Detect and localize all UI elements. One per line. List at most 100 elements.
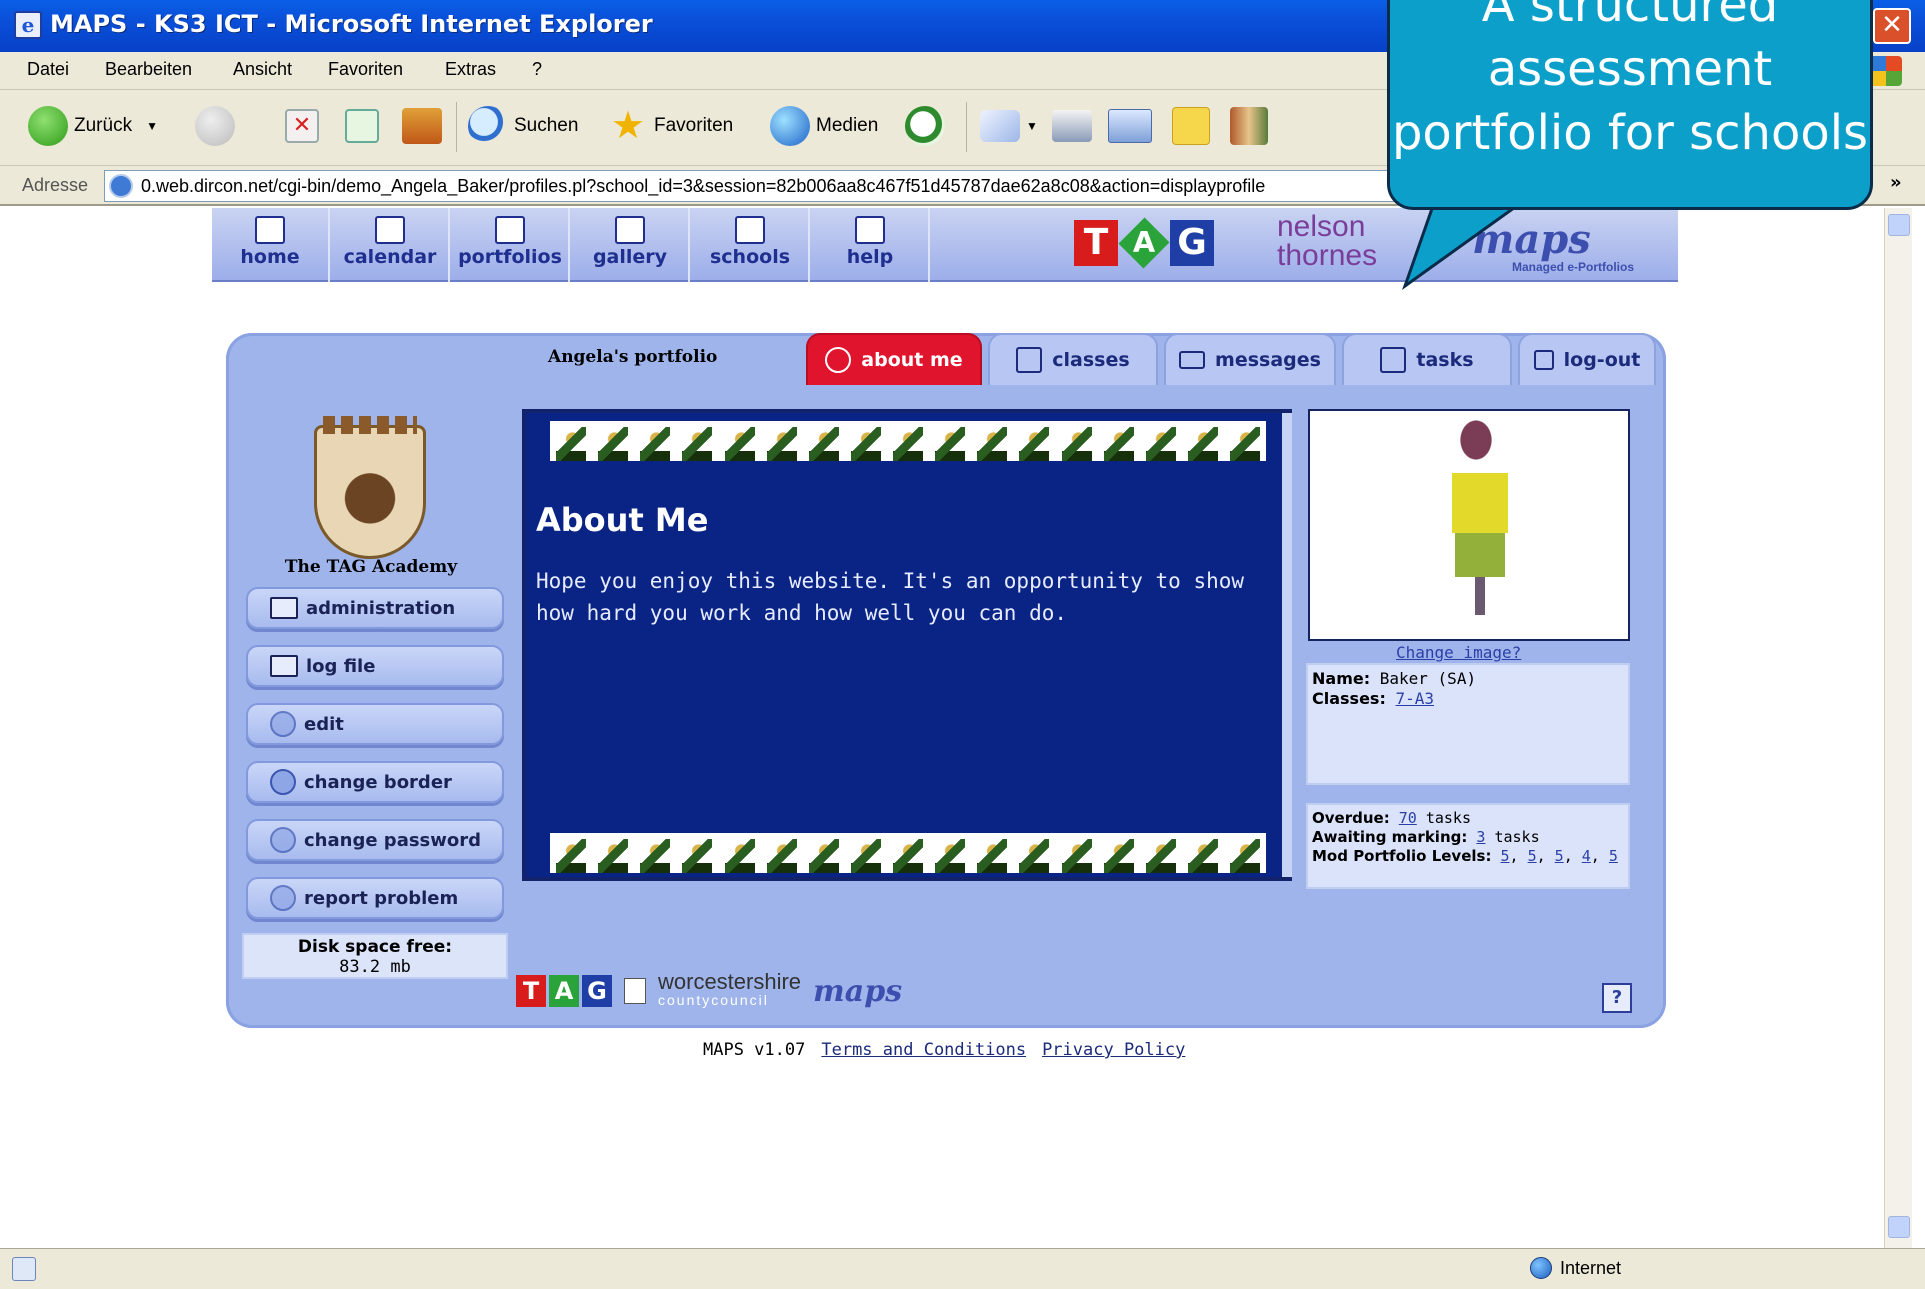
forward-button[interactable] bbox=[195, 104, 241, 148]
help-icon-button[interactable]: ? bbox=[1602, 983, 1632, 1013]
privacy-link[interactable]: Privacy Policy bbox=[1042, 1040, 1185, 1060]
menu-help[interactable]: ? bbox=[532, 59, 542, 80]
gallery-icon bbox=[615, 216, 645, 244]
nav-home-label: home bbox=[240, 246, 300, 268]
content-scrollbar[interactable] bbox=[1282, 413, 1292, 877]
windows-logo-icon bbox=[1870, 56, 1902, 86]
mail-button[interactable]: ▼ bbox=[980, 104, 1038, 148]
back-arrow-icon bbox=[28, 106, 68, 146]
edit-button[interactable]: edit bbox=[246, 703, 504, 745]
class-link[interactable]: 7-A3 bbox=[1395, 689, 1434, 708]
menu-bearbeiten[interactable]: Bearbeiten bbox=[105, 59, 192, 80]
forward-arrow-icon bbox=[195, 106, 235, 146]
level-link[interactable]: 5 bbox=[1555, 847, 1564, 865]
callout-bubble: A structured assessment portfolio for sc… bbox=[1387, 0, 1873, 210]
level-link[interactable]: 4 bbox=[1582, 847, 1591, 865]
media-button[interactable]: Medien bbox=[770, 104, 878, 148]
user-icon bbox=[270, 827, 296, 853]
level-link[interactable]: 5 bbox=[1609, 847, 1618, 865]
envelope-icon bbox=[1179, 351, 1206, 369]
nav-portfolios-label: portfolios bbox=[458, 246, 562, 268]
partner-logos: T A G worcestershire countycouncil maps bbox=[516, 971, 902, 1009]
awaiting-suffix: tasks bbox=[1494, 828, 1540, 846]
cyclist-clipart-icon bbox=[1440, 419, 1520, 629]
address-input[interactable]: 0.web.dircon.net/cgi-bin/demo_Angela_Bak… bbox=[104, 170, 1404, 202]
profile-info: Name: Baker (SA) Classes: 7-A3 bbox=[1306, 663, 1630, 785]
close-window-button[interactable]: ✕ bbox=[1873, 8, 1911, 44]
overdue-suffix: tasks bbox=[1425, 809, 1471, 827]
menu-extras[interactable]: Extras bbox=[445, 59, 496, 80]
star-icon: ★ bbox=[610, 105, 646, 147]
edit-page-button[interactable] bbox=[1108, 104, 1158, 148]
border-star-icon bbox=[270, 769, 296, 795]
calendar-icon bbox=[375, 216, 405, 244]
change-image-link[interactable]: Change image? bbox=[1396, 643, 1521, 662]
nav-calendar[interactable]: calendar bbox=[332, 208, 450, 282]
change-border-button[interactable]: change border bbox=[246, 761, 504, 803]
scroll-up-button[interactable] bbox=[1888, 214, 1910, 236]
tab-tasks[interactable]: tasks bbox=[1342, 333, 1512, 385]
menu-ansicht[interactable]: Ansicht bbox=[233, 59, 292, 80]
history-button[interactable] bbox=[905, 104, 951, 148]
change-password-button[interactable]: change password bbox=[246, 819, 504, 861]
awaiting-label: Awaiting marking: bbox=[1312, 828, 1468, 846]
menu-favoriten[interactable]: Favoriten bbox=[328, 59, 403, 80]
menu-datei[interactable]: Datei bbox=[27, 59, 69, 80]
tab-messages[interactable]: messages bbox=[1164, 333, 1336, 385]
search-label: Suchen bbox=[514, 115, 579, 136]
favorites-button[interactable]: ★ Favoriten bbox=[608, 104, 733, 148]
nav-help-label: help bbox=[846, 246, 894, 268]
log-file-button[interactable]: log file bbox=[246, 645, 504, 687]
tab-classes-label: classes bbox=[1052, 349, 1130, 371]
tag-footer-letter-t: T bbox=[516, 975, 546, 1007]
levels-label: Mod Portfolio Levels: bbox=[1312, 847, 1492, 865]
administration-button[interactable]: administration bbox=[246, 587, 504, 629]
tab-log-out[interactable]: log-out bbox=[1518, 333, 1656, 385]
internet-explorer-icon: e bbox=[14, 11, 42, 39]
page-icon bbox=[109, 174, 133, 198]
nav-schools[interactable]: schools bbox=[692, 208, 810, 282]
level-link[interactable]: 5 bbox=[1528, 847, 1537, 865]
home-button[interactable] bbox=[402, 104, 448, 148]
tab-classes[interactable]: classes bbox=[988, 333, 1158, 385]
nav-schools-label: schools bbox=[709, 246, 791, 268]
nav-help[interactable]: help bbox=[812, 208, 930, 282]
tag-letter-a: A bbox=[1118, 217, 1170, 269]
refresh-icon bbox=[345, 109, 379, 143]
research-button[interactable] bbox=[1230, 104, 1274, 148]
terms-link[interactable]: Terms and Conditions bbox=[821, 1040, 1026, 1060]
disk-space-value: 83.2 mb bbox=[339, 957, 411, 977]
log-file-label: log file bbox=[306, 655, 376, 677]
awaiting-count-link[interactable]: 3 bbox=[1476, 828, 1485, 846]
back-button[interactable]: Zurück ▼ bbox=[28, 104, 158, 148]
task-stats: Overdue: 70 tasks Awaiting marking: 3 ta… bbox=[1306, 803, 1630, 889]
nav-gallery[interactable]: gallery bbox=[572, 208, 690, 282]
change-border-label: change border bbox=[304, 771, 452, 793]
nav-portfolios[interactable]: portfolios bbox=[452, 208, 570, 282]
level-link[interactable]: 5 bbox=[1500, 847, 1509, 865]
back-label: Zurück bbox=[74, 115, 133, 136]
search-button[interactable]: Suchen bbox=[468, 104, 578, 148]
print-button[interactable] bbox=[1052, 104, 1098, 148]
profile-image bbox=[1308, 409, 1630, 641]
tag-letter-g: G bbox=[1170, 220, 1214, 266]
vertical-scrollbar[interactable] bbox=[1884, 208, 1912, 1248]
messenger-button[interactable] bbox=[1172, 104, 1216, 148]
overdue-count-link[interactable]: 70 bbox=[1399, 809, 1417, 827]
tag-letter-t: T bbox=[1074, 220, 1118, 266]
nav-home[interactable]: home bbox=[212, 208, 330, 282]
media-label: Medien bbox=[816, 115, 879, 136]
tab-log-out-label: log-out bbox=[1563, 349, 1641, 371]
dropdown-arrow-icon: ▼ bbox=[1026, 119, 1038, 133]
tag-letter-a-text: A bbox=[1132, 226, 1156, 259]
callout-text: A structured assessment portfolio for sc… bbox=[1391, 0, 1869, 161]
stop-icon: ✕ bbox=[285, 109, 319, 143]
refresh-button[interactable] bbox=[345, 104, 385, 148]
tab-about-me[interactable]: about me bbox=[806, 333, 982, 385]
report-problem-button[interactable]: report problem bbox=[246, 877, 504, 919]
stop-button[interactable]: ✕ bbox=[285, 104, 325, 148]
toolbar-overflow-button[interactable]: » bbox=[1890, 172, 1902, 193]
group-icon bbox=[1016, 347, 1043, 373]
scroll-down-button[interactable] bbox=[1888, 1216, 1910, 1238]
folder-icon bbox=[495, 216, 525, 244]
